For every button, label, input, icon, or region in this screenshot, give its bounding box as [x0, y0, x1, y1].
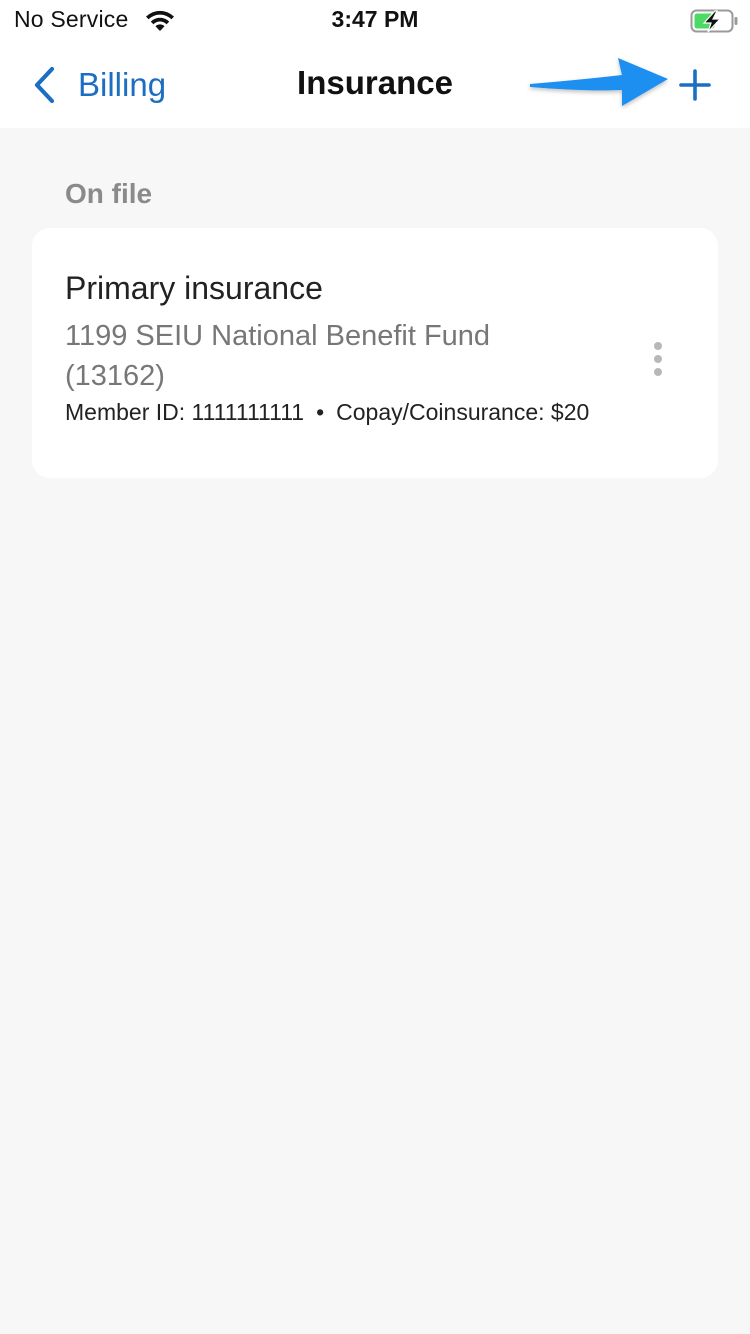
copay-coinsurance: Copay/Coinsurance: $20	[336, 399, 590, 425]
insurance-card[interactable]: Primary insurance 1199 SEIU National Ben…	[32, 228, 718, 478]
insurance-type-label: Primary insurance	[65, 270, 323, 306]
status-bar: No Service 3:47 PM	[0, 0, 750, 42]
insurance-provider-name: 1199 SEIU National Benefit Fund (13162)	[65, 320, 491, 392]
battery-charging-icon	[690, 9, 738, 33]
insurance-details: Member ID: 1111111111 • Copay/Coinsurance:…	[65, 396, 625, 428]
detail-separator: •	[316, 399, 325, 425]
more-vertical-icon[interactable]	[642, 342, 674, 386]
plus-icon[interactable]	[672, 62, 718, 108]
section-label-on-file: On file	[65, 178, 153, 209]
clock: 3:47 PM	[331, 6, 419, 32]
annotation-arrow-icon	[530, 58, 668, 106]
member-id: Member ID: 1111111111	[65, 399, 305, 425]
